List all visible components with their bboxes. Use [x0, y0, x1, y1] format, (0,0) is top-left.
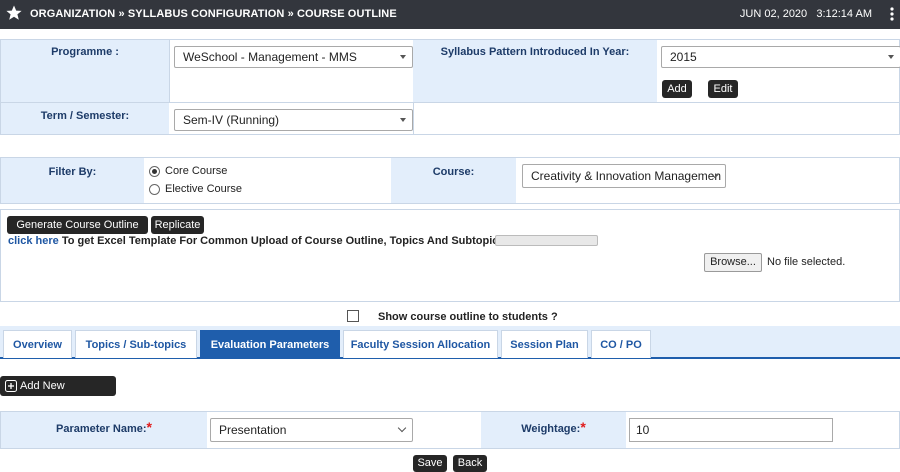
file-status: No file selected.: [767, 256, 846, 268]
parameter-name-select[interactable]: Presentation: [210, 418, 413, 442]
pattern-year-select[interactable]: 2015: [661, 46, 900, 68]
breadcrumb: ORGANIZATION » SYLLABUS CONFIGURATION » …: [30, 8, 397, 20]
core-course-radio[interactable]: [149, 166, 160, 177]
weightage-label: Weightage:*: [481, 412, 626, 448]
browse-button[interactable]: Browse...: [704, 253, 762, 272]
kebab-menu-icon[interactable]: [890, 7, 894, 21]
show-outline-label: Show course outline to students ?: [378, 311, 558, 323]
required-mark: *: [146, 419, 152, 435]
time-text: 3:12:14 AM: [816, 8, 872, 20]
generate-pdf-button[interactable]: Generate Course Outline PDF: [7, 216, 148, 249]
tab-evaluation-parameters[interactable]: Evaluation Parameters: [200, 330, 340, 358]
upload-section: Generate Course Outline PDF Replicate cl…: [0, 209, 900, 302]
programme-section: Programme : WeSchool - Management - MMS …: [0, 39, 900, 135]
required-mark: *: [580, 419, 586, 435]
click-here-link[interactable]: click here: [8, 235, 59, 247]
add-pattern-button[interactable]: Add: [662, 80, 692, 98]
elective-course-label: Elective Course: [165, 183, 243, 195]
course-label: Course:: [391, 158, 516, 203]
dropdown-arrow-icon: [400, 55, 406, 59]
filter-label: Filter By:: [1, 158, 144, 203]
course-select[interactable]: Creativity & Innovation Managemen: [522, 164, 726, 188]
template-hint: click here To get Excel Template For Com…: [8, 235, 508, 247]
term-label: Term / Semester:: [1, 103, 169, 134]
elective-course-radio[interactable]: [149, 184, 160, 195]
edit-pattern-button[interactable]: Edit: [708, 80, 738, 98]
weightage-input[interactable]: 10: [629, 418, 833, 442]
date-time: JUN 02, 2020 3:12:14 AM: [740, 8, 872, 20]
parameter-name-label: Parameter Name:*: [1, 412, 207, 448]
programme-select[interactable]: WeSchool - Management - MMS: [174, 46, 413, 68]
pattern-label: Syllabus Pattern Introduced In Year:: [413, 40, 657, 102]
tab-topics[interactable]: Topics / Sub-topics: [75, 330, 197, 358]
star-icon[interactable]: [6, 5, 22, 21]
save-button[interactable]: Save: [413, 455, 447, 472]
add-new-parameter-button[interactable]: Add New Parameter: [0, 376, 116, 412]
top-bar: ORGANIZATION » SYLLABUS CONFIGURATION » …: [0, 0, 900, 29]
template-description: To get Excel Template For Common Upload …: [61, 235, 508, 247]
parameter-form: Parameter Name:* Presentation Weightage:…: [0, 411, 900, 449]
replicate-button[interactable]: Replicate: [151, 216, 204, 234]
programme-label: Programme :: [1, 40, 169, 102]
core-course-label: Core Course: [165, 165, 228, 177]
dropdown-arrow-icon: [400, 118, 406, 122]
tab-session-plan[interactable]: Session Plan: [501, 330, 588, 358]
filter-section: Filter By: Core Course Elective Course C…: [0, 157, 900, 204]
plus-box-icon: [5, 380, 17, 392]
back-button[interactable]: Back: [453, 455, 487, 472]
tab-co-po[interactable]: CO / PO: [591, 330, 651, 358]
chevron-down-icon: [397, 423, 407, 433]
upload-progress-bar: [495, 235, 598, 246]
term-select[interactable]: Sem-IV (Running): [174, 109, 413, 131]
show-outline-checkbox[interactable]: [347, 310, 359, 322]
dropdown-arrow-icon: [888, 55, 894, 59]
tab-faculty-session-allocation[interactable]: Faculty Session Allocation: [343, 330, 498, 358]
date-text: JUN 02, 2020: [739, 8, 808, 20]
tab-overview[interactable]: Overview: [3, 330, 72, 358]
